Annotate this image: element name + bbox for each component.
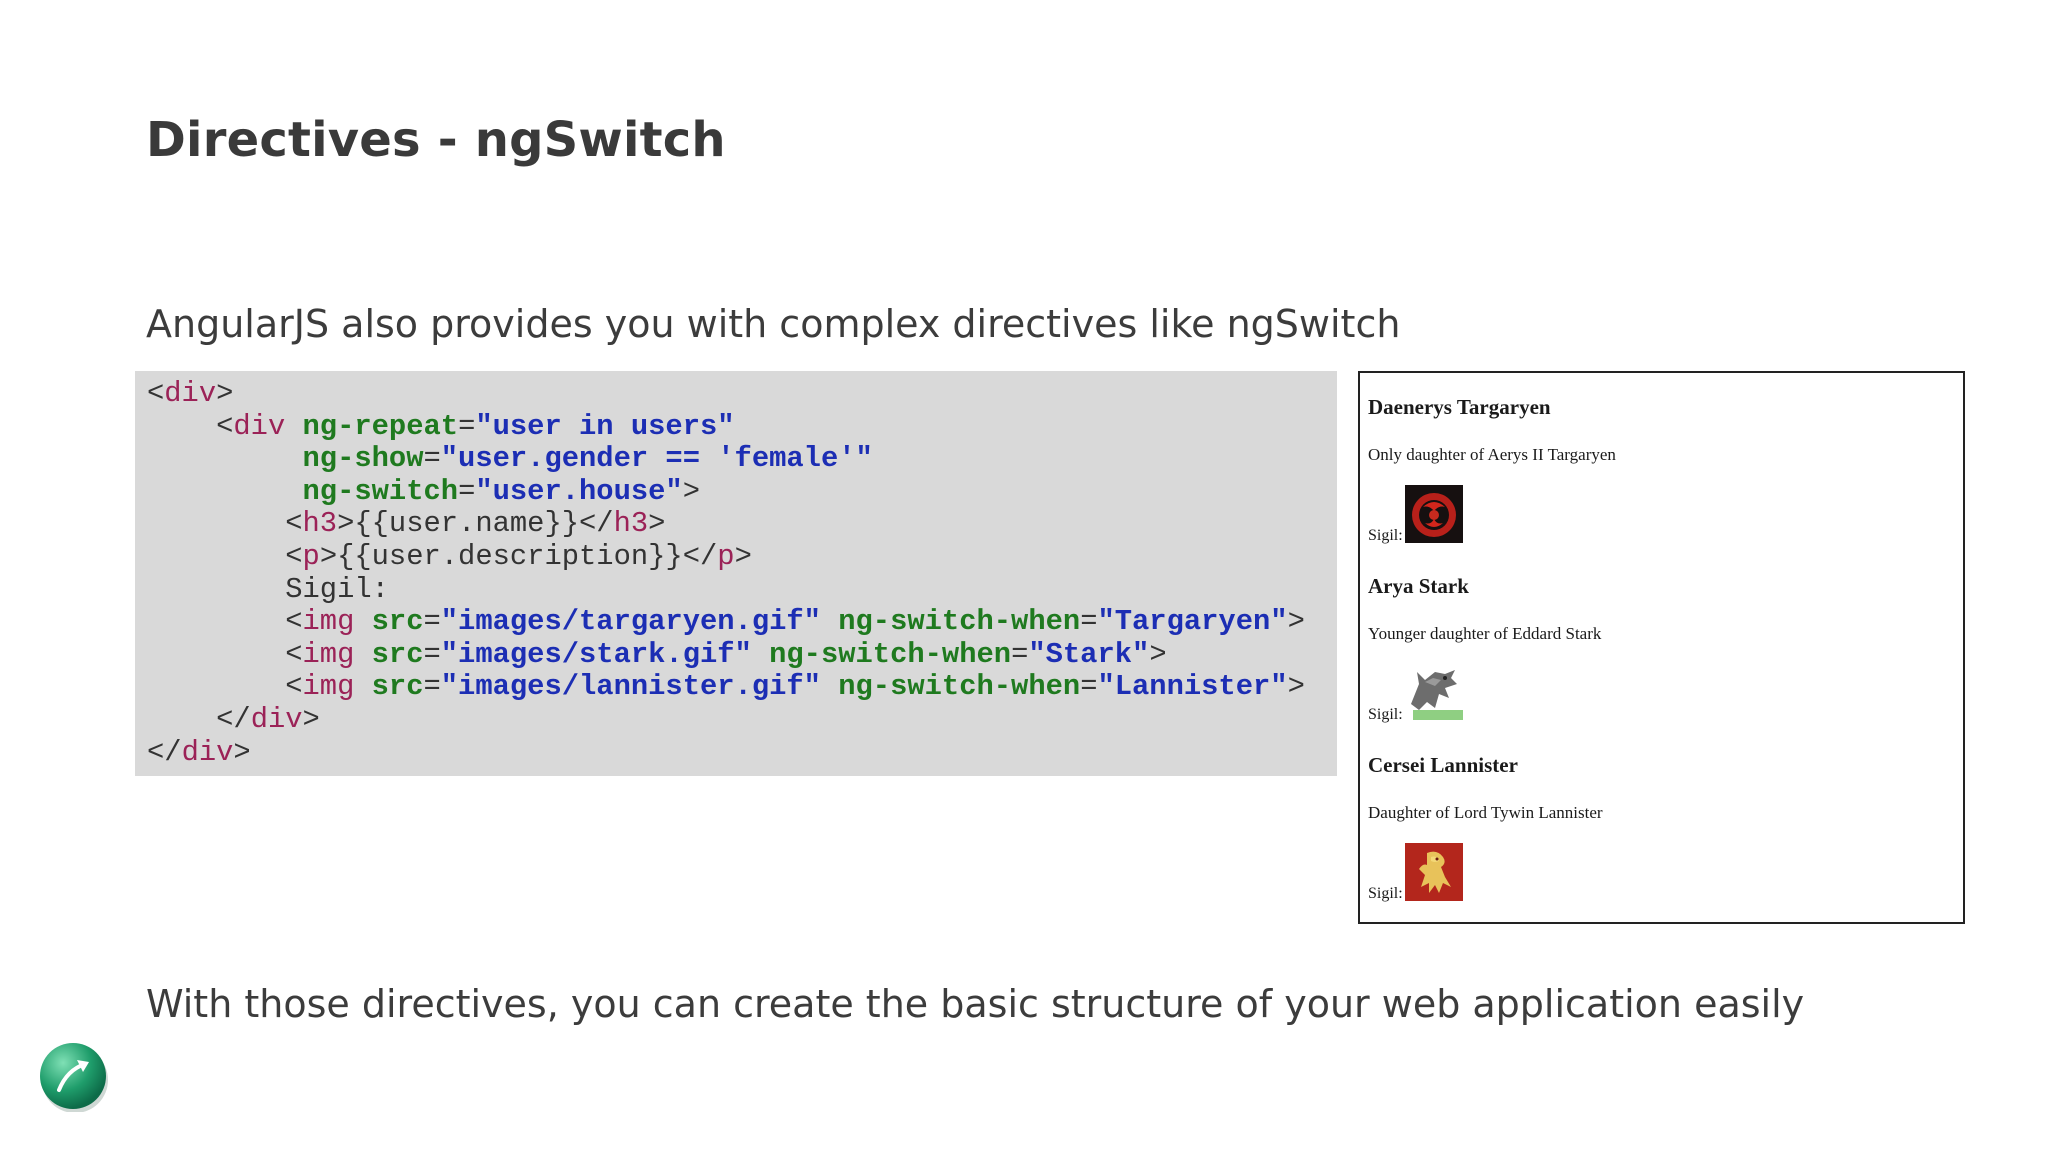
user-description: Younger daughter of Eddard Stark [1368, 624, 1602, 643]
code-tag: img [302, 637, 355, 671]
stark-direwolf-sigil-icon [1405, 664, 1463, 722]
code-tag: img [302, 605, 355, 639]
slide-title: Directives - ngSwitch [146, 112, 726, 168]
intro-text: AngularJS also provides you with complex… [146, 302, 1401, 346]
code-value: "images/stark.gif" [440, 637, 752, 671]
user-description: Only daughter of Aerys II Targaryen [1368, 445, 1616, 464]
code-snippet: <div> <div ng-repeat="user in users" ng-… [135, 371, 1337, 776]
code-attribute: ng-switch [302, 474, 459, 508]
code-value: "user.house" [475, 474, 683, 508]
code-tag: div [233, 409, 286, 443]
rendered-output-preview: Daenerys Targaryen Only daughter of Aery… [1358, 371, 1965, 924]
outro-text: With those directives, you can create th… [146, 982, 1805, 1026]
lannister-lion-sigil-icon [1405, 843, 1463, 901]
code-attribute: src [371, 670, 424, 704]
code-attribute: ng-switch-when [838, 605, 1081, 639]
code-tag: h3 [613, 507, 649, 541]
code-attribute: src [371, 637, 424, 671]
code-text: Sigil: [285, 572, 389, 606]
code-attribute: ng-switch-when [838, 670, 1081, 704]
code-tag: div [164, 377, 217, 410]
code-tag: h3 [302, 507, 338, 541]
targaryen-dragon-sigil-icon [1405, 485, 1463, 543]
code-value: "Lannister" [1097, 670, 1288, 704]
presentation-logo-icon [40, 1043, 108, 1112]
code-attribute: src [371, 605, 424, 639]
sigil-label: Sigil: [1368, 706, 1403, 723]
sigil-label: Sigil: [1368, 527, 1403, 544]
code-tag: div [181, 735, 234, 769]
code-value: "user in users" [475, 409, 735, 443]
user-description: Daughter of Lord Tywin Lannister [1368, 803, 1603, 822]
code-value: "Stark" [1028, 637, 1150, 671]
code-value: "Targaryen" [1097, 605, 1288, 639]
user-name: Arya Stark [1368, 574, 1469, 598]
code-tag: p [302, 539, 320, 573]
code-tag: img [302, 670, 355, 704]
code-attribute: ng-show [302, 442, 424, 476]
code-value: "user.gender == 'female'" [440, 442, 873, 476]
code-tag: div [250, 702, 303, 736]
code-text: {{user.description}} [337, 539, 683, 573]
code-attribute: ng-switch-when [769, 637, 1012, 671]
code-text: {{user.name}} [354, 507, 580, 541]
user-name: Daenerys Targaryen [1368, 395, 1551, 419]
code-attribute: ng-repeat [302, 409, 459, 443]
code-value: "images/targaryen.gif" [440, 605, 821, 639]
user-name: Cersei Lannister [1368, 753, 1518, 777]
code-value: "images/lannister.gif" [440, 670, 821, 704]
code-tag: p [717, 539, 735, 573]
code-listing: <div> <div ng-repeat="user in users" ng-… [147, 377, 1305, 769]
sigil-label: Sigil: [1368, 885, 1403, 902]
